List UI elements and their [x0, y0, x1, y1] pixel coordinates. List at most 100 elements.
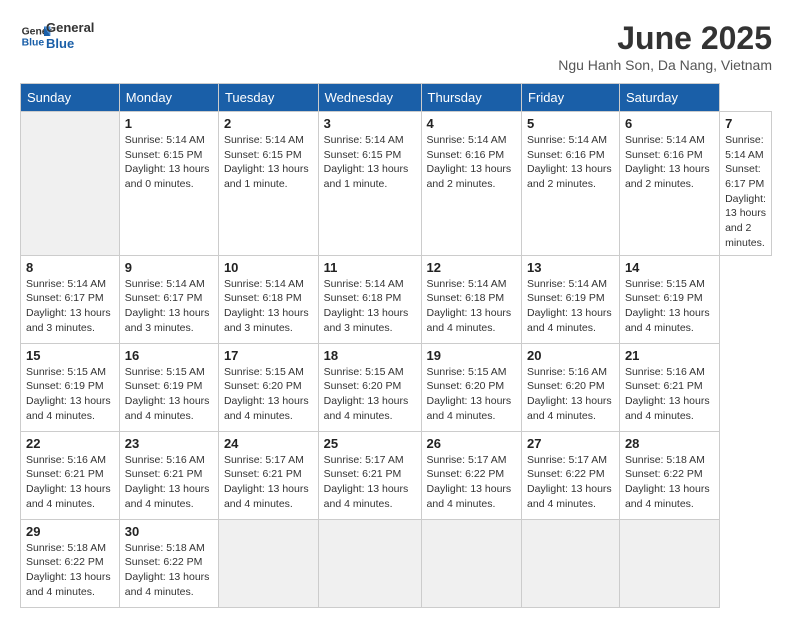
- svg-text:Blue: Blue: [22, 38, 45, 49]
- day-cell-25: 25Sunrise: 5:17 AMSunset: 6:21 PMDayligh…: [318, 431, 421, 519]
- day-info: Sunrise: 5:18 AMSunset: 6:22 PMDaylight:…: [625, 453, 714, 512]
- day-number: 27: [527, 436, 614, 451]
- day-number: 24: [224, 436, 313, 451]
- day-number: 2: [224, 116, 313, 131]
- day-cell-5: 5 Sunrise: 5:14 AMSunset: 6:16 PMDaylight…: [522, 112, 620, 256]
- day-cell-2: 2 Sunrise: 5:14 AMSunset: 6:15 PMDaylight…: [218, 112, 318, 256]
- day-number: 5: [527, 116, 614, 131]
- day-number: 29: [26, 524, 114, 539]
- day-cell-8: 8 Sunrise: 5:14 AMSunset: 6:17 PMDaylight…: [21, 255, 120, 343]
- day-cell-20: 20 Sunrise: 5:16 AMSunset: 6:20 PMDayligh…: [522, 343, 620, 431]
- day-number: 10: [224, 260, 313, 275]
- day-cell-6: 6 Sunrise: 5:14 AMSunset: 6:16 PMDaylight…: [619, 112, 719, 256]
- day-cell-13: 13Sunrise: 5:14 AMSunset: 6:19 PMDayligh…: [522, 255, 620, 343]
- col-header-wednesday: Wednesday: [318, 84, 421, 112]
- day-cell-7: 7 Sunrise: 5:14 AMSunset: 6:17 PMDaylight…: [720, 112, 772, 256]
- day-cell-22: 22 Sunrise: 5:16 AMSunset: 6:21 PMDayligh…: [21, 431, 120, 519]
- month-title: June 2025: [558, 20, 772, 57]
- empty-cell: [619, 519, 719, 607]
- col-header-friday: Friday: [522, 84, 620, 112]
- day-info: Sunrise: 5:16 AMSunset: 6:20 PMDaylight:…: [527, 365, 614, 424]
- day-info: Sunrise: 5:16 AMSunset: 6:21 PMDaylight:…: [625, 365, 714, 424]
- week-row-4: 22 Sunrise: 5:16 AMSunset: 6:21 PMDayligh…: [21, 431, 772, 519]
- empty-cell: [21, 112, 120, 256]
- col-header-monday: Monday: [119, 84, 218, 112]
- day-info: Sunrise: 5:18 AMSunset: 6:22 PMDaylight:…: [26, 541, 114, 600]
- day-cell-3: 3 Sunrise: 5:14 AMSunset: 6:15 PMDaylight…: [318, 112, 421, 256]
- logo-blue: Blue: [46, 36, 94, 52]
- day-number: 28: [625, 436, 714, 451]
- day-cell-30: 30 Sunrise: 5:18 AMSunset: 6:22 PMDayligh…: [119, 519, 218, 607]
- day-cell-21: 21 Sunrise: 5:16 AMSunset: 6:21 PMDayligh…: [619, 343, 719, 431]
- day-info: Sunrise: 5:14 AMSunset: 6:15 PMDaylight:…: [324, 133, 416, 192]
- day-info: Sunrise: 5:14 AMSunset: 6:15 PMDaylight:…: [125, 133, 213, 192]
- day-cell-9: 9Sunrise: 5:14 AMSunset: 6:17 PMDaylight…: [119, 255, 218, 343]
- day-number: 18: [324, 348, 416, 363]
- day-number: 21: [625, 348, 714, 363]
- day-number: 4: [427, 116, 517, 131]
- day-number: 7: [725, 116, 766, 131]
- empty-cell: [421, 519, 522, 607]
- col-header-sunday: Sunday: [21, 84, 120, 112]
- day-number: 6: [625, 116, 714, 131]
- day-info: Sunrise: 5:14 AMSunset: 6:17 PMDaylight:…: [125, 277, 213, 336]
- page-header: General Blue General Blue June 2025 Ngu …: [20, 20, 772, 73]
- day-info: Sunrise: 5:14 AMSunset: 6:17 PMDaylight:…: [725, 133, 766, 251]
- day-cell-11: 11Sunrise: 5:14 AMSunset: 6:18 PMDayligh…: [318, 255, 421, 343]
- day-info: Sunrise: 5:14 AMSunset: 6:15 PMDaylight:…: [224, 133, 313, 192]
- day-number: 8: [26, 260, 114, 275]
- day-cell-19: 19 Sunrise: 5:15 AMSunset: 6:20 PMDayligh…: [421, 343, 522, 431]
- empty-cell: [522, 519, 620, 607]
- day-info: Sunrise: 5:15 AMSunset: 6:19 PMDaylight:…: [125, 365, 213, 424]
- day-cell-18: 18Sunrise: 5:15 AMSunset: 6:20 PMDayligh…: [318, 343, 421, 431]
- calendar-table: SundayMondayTuesdayWednesdayThursdayFrid…: [20, 83, 772, 608]
- day-info: Sunrise: 5:14 AMSunset: 6:18 PMDaylight:…: [224, 277, 313, 336]
- day-number: 16: [125, 348, 213, 363]
- day-cell-1: 1 Sunrise: 5:14 AMSunset: 6:15 PMDaylight…: [119, 112, 218, 256]
- day-cell-12: 12Sunrise: 5:14 AMSunset: 6:18 PMDayligh…: [421, 255, 522, 343]
- day-info: Sunrise: 5:14 AMSunset: 6:16 PMDaylight:…: [427, 133, 517, 192]
- day-cell-10: 10 Sunrise: 5:14 AMSunset: 6:18 PMDayligh…: [218, 255, 318, 343]
- week-row-1: 1 Sunrise: 5:14 AMSunset: 6:15 PMDaylight…: [21, 112, 772, 256]
- day-cell-28: 28 Sunrise: 5:18 AMSunset: 6:22 PMDayligh…: [619, 431, 719, 519]
- day-cell-29: 29 Sunrise: 5:18 AMSunset: 6:22 PMDayligh…: [21, 519, 120, 607]
- day-info: Sunrise: 5:17 AMSunset: 6:21 PMDaylight:…: [224, 453, 313, 512]
- day-info: Sunrise: 5:15 AMSunset: 6:19 PMDaylight:…: [26, 365, 114, 424]
- week-row-3: 15Sunrise: 5:15 AMSunset: 6:19 PMDayligh…: [21, 343, 772, 431]
- day-number: 26: [427, 436, 517, 451]
- col-header-thursday: Thursday: [421, 84, 522, 112]
- day-cell-14: 14Sunrise: 5:15 AMSunset: 6:19 PMDayligh…: [619, 255, 719, 343]
- day-info: Sunrise: 5:14 AMSunset: 6:17 PMDaylight:…: [26, 277, 114, 336]
- logo: General Blue General Blue: [20, 20, 94, 52]
- day-cell-26: 26 Sunrise: 5:17 AMSunset: 6:22 PMDayligh…: [421, 431, 522, 519]
- col-header-saturday: Saturday: [619, 84, 719, 112]
- empty-cell: [218, 519, 318, 607]
- day-info: Sunrise: 5:16 AMSunset: 6:21 PMDaylight:…: [26, 453, 114, 512]
- day-number: 22: [26, 436, 114, 451]
- day-number: 20: [527, 348, 614, 363]
- day-info: Sunrise: 5:17 AMSunset: 6:21 PMDaylight:…: [324, 453, 416, 512]
- week-row-2: 8 Sunrise: 5:14 AMSunset: 6:17 PMDaylight…: [21, 255, 772, 343]
- title-area: June 2025 Ngu Hanh Son, Da Nang, Vietnam: [558, 20, 772, 73]
- header-row: SundayMondayTuesdayWednesdayThursdayFrid…: [21, 84, 772, 112]
- day-info: Sunrise: 5:14 AMSunset: 6:16 PMDaylight:…: [625, 133, 714, 192]
- day-number: 23: [125, 436, 213, 451]
- day-number: 3: [324, 116, 416, 131]
- day-info: Sunrise: 5:15 AMSunset: 6:20 PMDaylight:…: [427, 365, 517, 424]
- day-info: Sunrise: 5:17 AMSunset: 6:22 PMDaylight:…: [427, 453, 517, 512]
- day-info: Sunrise: 5:14 AMSunset: 6:16 PMDaylight:…: [527, 133, 614, 192]
- day-cell-23: 23 Sunrise: 5:16 AMSunset: 6:21 PMDayligh…: [119, 431, 218, 519]
- day-info: Sunrise: 5:16 AMSunset: 6:21 PMDaylight:…: [125, 453, 213, 512]
- day-cell-24: 24 Sunrise: 5:17 AMSunset: 6:21 PMDayligh…: [218, 431, 318, 519]
- logo-general: General: [46, 20, 94, 36]
- day-info: Sunrise: 5:18 AMSunset: 6:22 PMDaylight:…: [125, 541, 213, 600]
- day-info: Sunrise: 5:15 AMSunset: 6:20 PMDaylight:…: [224, 365, 313, 424]
- week-row-5: 29 Sunrise: 5:18 AMSunset: 6:22 PMDayligh…: [21, 519, 772, 607]
- day-number: 19: [427, 348, 517, 363]
- day-cell-17: 17Sunrise: 5:15 AMSunset: 6:20 PMDayligh…: [218, 343, 318, 431]
- day-cell-4: 4 Sunrise: 5:14 AMSunset: 6:16 PMDaylight…: [421, 112, 522, 256]
- day-number: 1: [125, 116, 213, 131]
- day-cell-27: 27Sunrise: 5:17 AMSunset: 6:22 PMDayligh…: [522, 431, 620, 519]
- location-text: Ngu Hanh Son, Da Nang, Vietnam: [558, 57, 772, 73]
- day-number: 30: [125, 524, 213, 539]
